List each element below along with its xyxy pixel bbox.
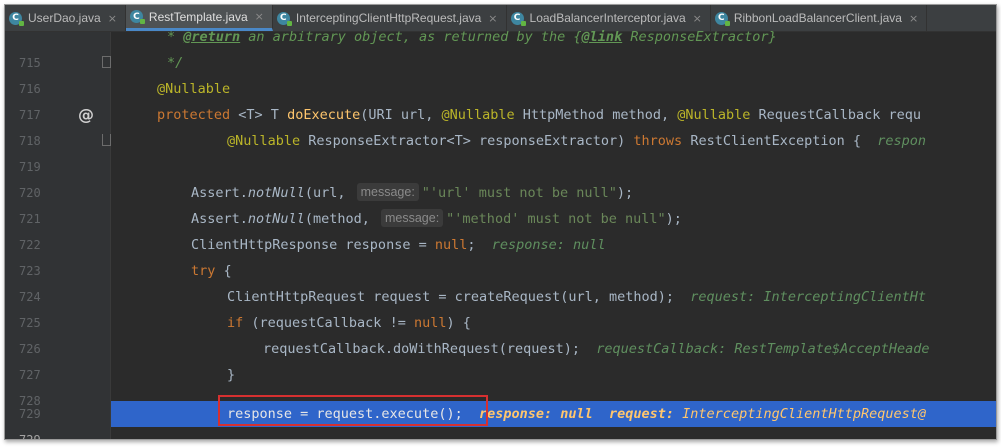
code-line[interactable]: 727 requestCallback.doWithRequest(reques… [5,336,996,382]
code-line[interactable]: 728 } [5,362,996,408]
code-text: Assert.notNull(url, message: "'url' must … [191,183,634,201]
code-text: @Nullable [157,81,231,97]
code-text: Assert.notNull(method, message: "'method'… [191,209,682,227]
code-text: requestCallback.doWithRequest(request); … [263,341,930,357]
fold-end-icon[interactable] [102,56,111,68]
java-class-icon: C [276,11,292,26]
parameter-hint: message: [380,209,444,227]
code-line[interactable]: 715 * @return an arbitrary object, as re… [5,24,996,70]
code-line[interactable]: 717 @Nullable [5,76,996,122]
code-text: @Nullable ResponseExtractor<T> responseE… [227,133,927,149]
highlight-annotation-box [218,395,488,426]
code-line[interactable]: 720 [5,154,996,200]
parameter-hint: message: [356,183,419,201]
code-line[interactable]: 718 @ protected <T> T doExecute(URI url,… [5,102,996,148]
java-class-icon: C [510,11,526,26]
tab-label: RestTemplate.java [148,9,248,24]
code-line[interactable]: 719 @Nullable ResponseExtractor<T> respo… [5,128,996,174]
code-text: ClientHttpResponse response = null; resp… [191,237,606,253]
close-icon[interactable]: × [255,10,264,23]
code-line[interactable]: 716 */ [5,50,996,96]
line-number-729-gutter: 729 [19,407,41,421]
code-text: } [227,367,236,383]
code-text: * @return an arbitrary object, as return… [167,29,777,45]
java-class-icon: C [129,10,145,24]
fold-icon[interactable] [102,134,111,146]
code-line[interactable]: 725 ClientHttpRequest request = createRe… [5,284,996,330]
code-text: protected <T> T doExecute(URI url, @Null… [157,107,922,123]
tab-label: RibbonLoadBalancerClient.java [733,11,902,25]
close-icon[interactable]: × [909,12,918,25]
tab-label: LoadBalancerInterceptor.java [529,11,686,25]
line-number: 729 [19,433,41,440]
tab-label: UserDao.java [28,11,101,25]
code-editor[interactable]: 715 * @return an arbitrary object, as re… [5,29,996,440]
code-text: if (requestCallback != null) { [227,315,471,331]
close-icon[interactable]: × [693,12,702,25]
ide-window: C UserDao.java × C RestTemplate.java × C… [4,4,997,440]
override-icon[interactable]: @ [78,102,94,128]
code-line[interactable]: 726 if (requestCallback != null) { [5,310,996,356]
code-line[interactable]: 721 Assert.notNull(url, message: "'url' m… [5,180,996,226]
code-text: ClientHttpRequest request = createReques… [227,289,926,305]
code-text: */ [167,55,184,71]
code-line[interactable]: 724 try { [5,258,996,304]
tab-label: InterceptingClientHttpRequest.java [295,11,482,25]
close-icon[interactable]: × [488,12,497,25]
code-text: try { [191,263,232,279]
close-icon[interactable]: × [108,12,117,25]
code-line[interactable]: 722 Assert.notNull(method, message: "'met… [5,206,996,252]
code-line[interactable]: 723 ClientHttpResponse response = null; … [5,232,996,278]
java-class-icon: C [9,11,24,26]
java-class-icon: C [714,11,730,26]
